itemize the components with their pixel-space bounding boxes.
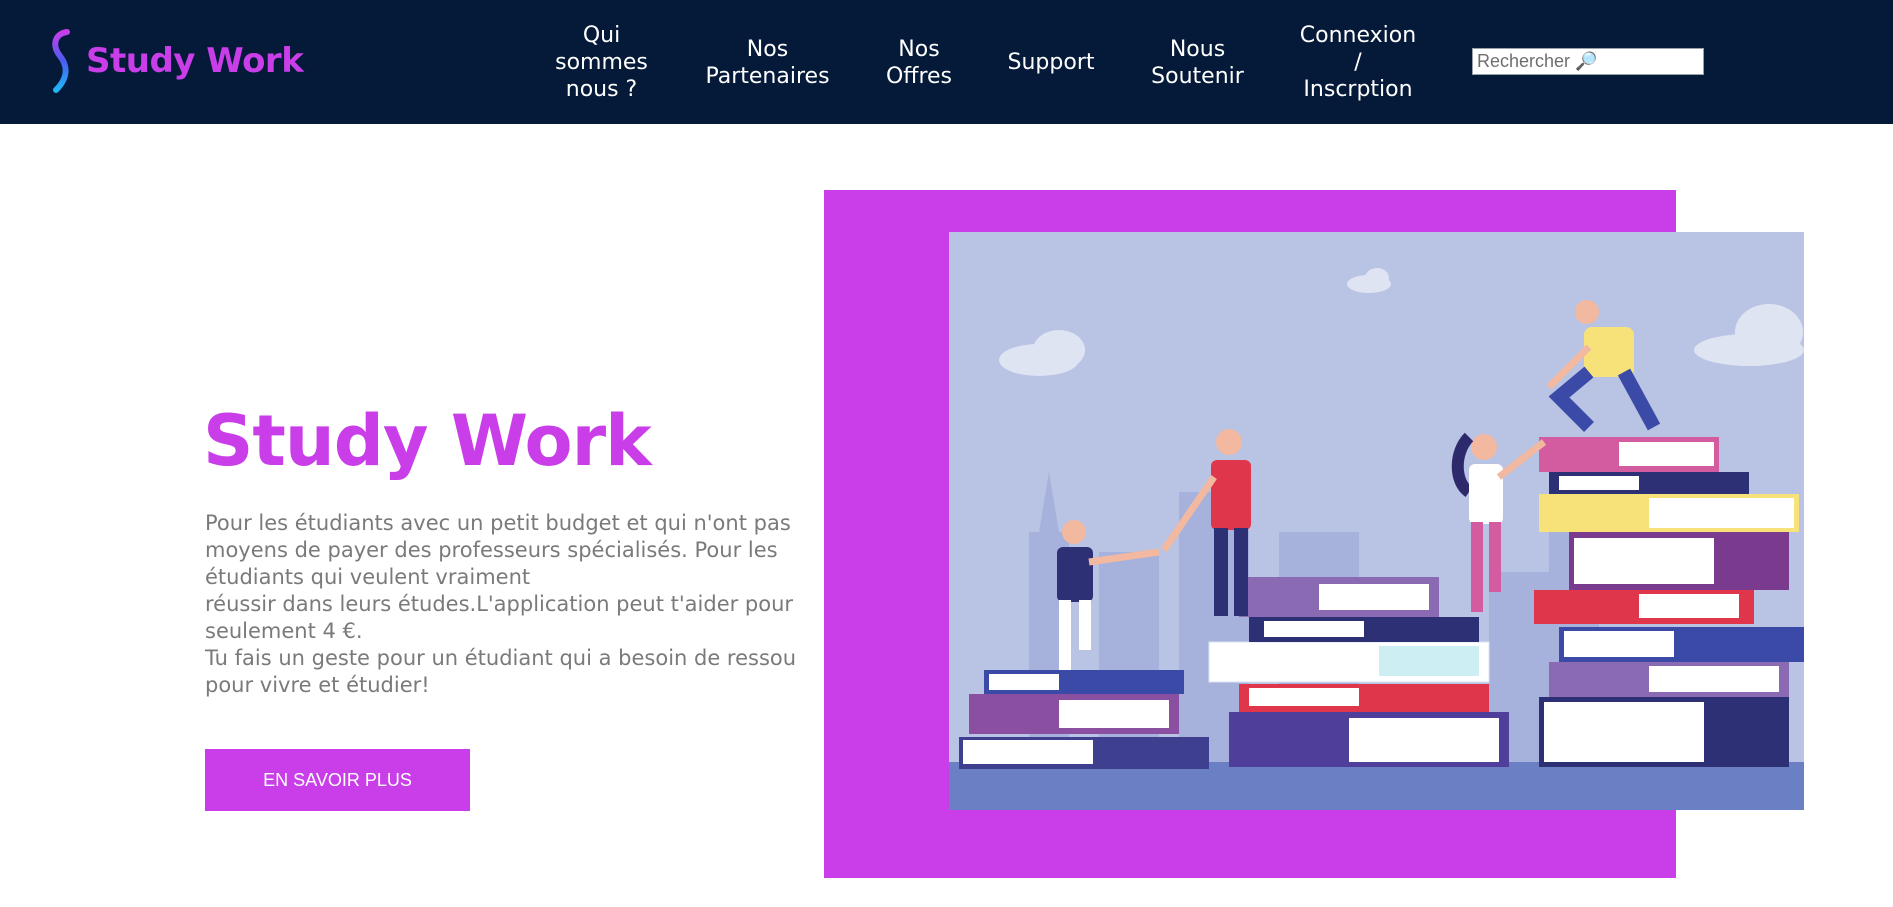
- nav-link-nos-partenaires[interactable]: Nos Partenaires: [700, 36, 835, 90]
- top-navbar: Study Work Qui sommes nous ? Nos Partena…: [0, 0, 1893, 124]
- en-savoir-plus-button[interactable]: EN SAVOIR PLUS: [205, 749, 470, 811]
- search-input[interactable]: [1472, 48, 1704, 75]
- hero-title: Study Work: [203, 400, 652, 482]
- nav-link-nous-soutenir[interactable]: Nous Soutenir: [1140, 36, 1255, 90]
- nav-link-support[interactable]: Support: [996, 49, 1106, 76]
- nav-link-connexion-inscription[interactable]: Connexion / Inscrption: [1290, 22, 1426, 103]
- logo-icon: [52, 29, 70, 93]
- nav-link-qui-sommes-nous[interactable]: Qui sommes nous ?: [549, 22, 654, 103]
- nav-link-nos-offres[interactable]: Nos Offres: [874, 36, 964, 90]
- students-climbing-books-illustration: [949, 232, 1804, 810]
- hero-description: Pour les étudiants avec un petit budget …: [205, 511, 797, 697]
- logo-text: Study Work: [86, 41, 304, 81]
- logo-link[interactable]: Study Work: [48, 28, 304, 94]
